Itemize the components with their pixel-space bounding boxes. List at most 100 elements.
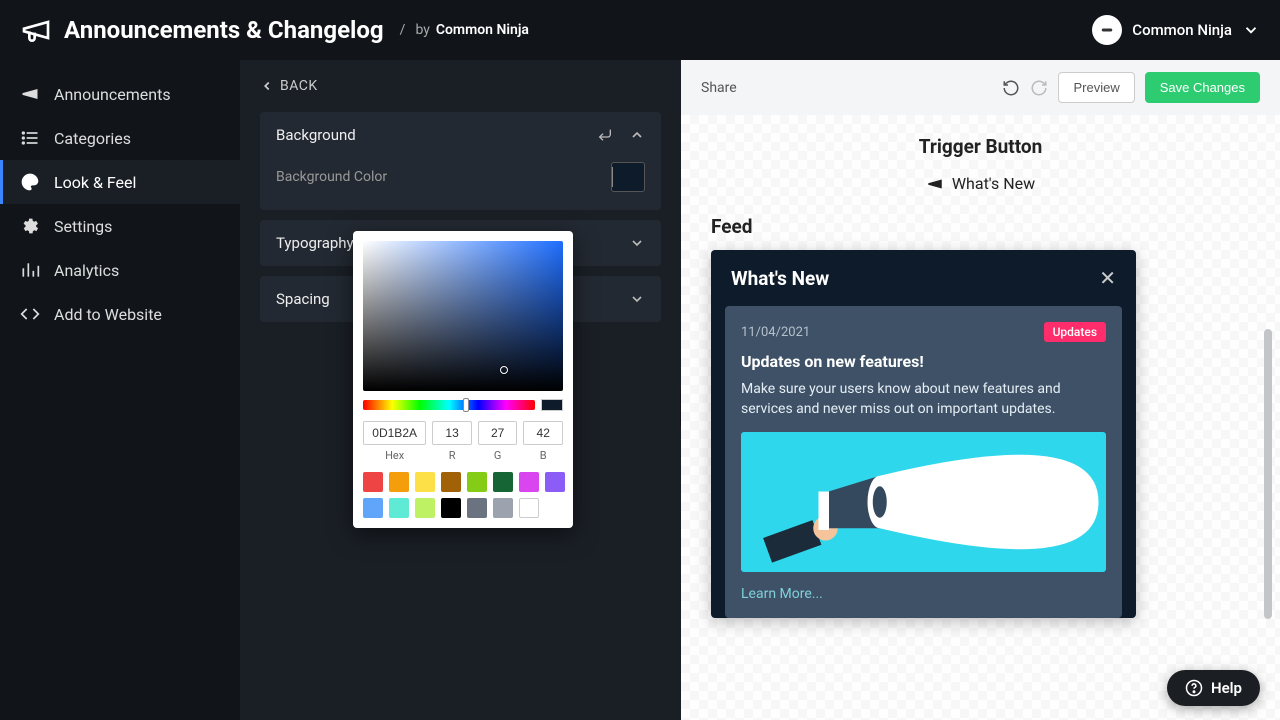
r-input[interactable] — [432, 421, 472, 445]
current-color-preview — [541, 399, 563, 411]
list-icon — [20, 128, 40, 148]
ninja-icon — [1098, 21, 1116, 39]
preset-swatch[interactable] — [363, 498, 383, 518]
megaphone-icon — [926, 175, 944, 193]
avatar — [1092, 15, 1122, 45]
widget-title: What's New — [731, 267, 829, 290]
preview-button[interactable]: Preview — [1058, 72, 1134, 103]
app-header: Announcements & Changelog / by Common Ni… — [0, 0, 1280, 60]
preset-swatch[interactable] — [363, 472, 383, 492]
chevron-up-icon[interactable] — [629, 127, 645, 143]
preset-swatch[interactable] — [389, 472, 409, 492]
help-button[interactable]: Help — [1167, 670, 1260, 706]
sidebar-item-add-to-website[interactable]: Add to Website — [0, 292, 240, 336]
undo-icon[interactable] — [1002, 79, 1020, 97]
preset-swatch[interactable] — [545, 472, 565, 492]
card-tag: Updates — [1044, 322, 1106, 342]
sidebar-item-label: Categories — [54, 129, 131, 148]
trigger-section-title: Trigger Button — [711, 135, 1250, 158]
section-background: Background Background Color — [260, 112, 661, 210]
reset-icon[interactable] — [597, 127, 613, 143]
sv-cursor[interactable] — [500, 366, 508, 374]
sidebar-item-analytics[interactable]: Analytics — [0, 248, 240, 292]
scrollbar-thumb[interactable] — [1264, 329, 1272, 619]
preset-swatch[interactable] — [415, 472, 435, 492]
r-label: R — [432, 449, 472, 462]
sidebar-item-label: Settings — [54, 217, 112, 236]
b-input[interactable] — [523, 421, 563, 445]
preset-swatch[interactable] — [441, 498, 461, 518]
preset-swatch[interactable] — [519, 472, 539, 492]
feed-section-title: Feed — [711, 215, 1250, 238]
sidebar-item-announcements[interactable]: Announcements — [0, 72, 240, 116]
preset-swatch[interactable] — [519, 498, 539, 518]
feed-widget: What's New ✕ 11/04/2021 Updates Updates … — [711, 250, 1136, 618]
hex-input[interactable] — [363, 421, 426, 445]
share-link[interactable]: Share — [701, 80, 737, 96]
editor-panel: BACK Background Background Color Typogra… — [240, 60, 681, 720]
sidebar-item-label: Analytics — [54, 261, 119, 280]
card-image — [741, 432, 1106, 572]
color-swatch[interactable] — [611, 162, 645, 192]
code-icon — [20, 304, 40, 324]
preset-swatches — [363, 472, 563, 518]
sidebar-item-look-and-feel[interactable]: Look & Feel — [0, 160, 240, 204]
megaphone-icon — [20, 14, 52, 46]
sidebar-item-label: Look & Feel — [54, 173, 136, 192]
section-title: Background — [276, 126, 356, 144]
g-label: G — [478, 449, 518, 462]
chevron-left-icon — [260, 79, 274, 93]
learn-more-link[interactable]: Learn More... — [741, 586, 823, 602]
user-name: Common Ninja — [1132, 21, 1232, 39]
feed-card: 11/04/2021 Updates Updates on new featur… — [725, 306, 1122, 618]
hex-label: Hex — [363, 449, 426, 462]
help-icon — [1185, 679, 1203, 697]
saturation-value-area[interactable] — [363, 241, 563, 391]
chevron-down-icon — [629, 291, 645, 307]
gear-icon — [20, 216, 40, 236]
hue-slider[interactable] — [363, 400, 535, 410]
sidebar-item-settings[interactable]: Settings — [0, 204, 240, 248]
trigger-label: What's New — [952, 174, 1035, 193]
app-byline: / by Common Ninja — [396, 22, 529, 38]
megaphone-icon — [20, 84, 40, 104]
preset-swatch[interactable] — [467, 472, 487, 492]
trigger-button-preview[interactable]: What's New — [711, 174, 1250, 193]
background-color-field: Background Color — [276, 162, 645, 192]
card-date: 11/04/2021 — [741, 325, 810, 340]
card-body: Make sure your users know about new feat… — [741, 379, 1106, 420]
field-label: Background Color — [276, 169, 387, 185]
section-background-header[interactable]: Background — [260, 112, 661, 158]
hue-thumb[interactable] — [463, 398, 469, 412]
preset-swatch[interactable] — [493, 498, 513, 518]
preview-canvas: Trigger Button What's New Feed What's Ne… — [681, 115, 1280, 720]
app-title: Announcements & Changelog — [64, 16, 384, 44]
color-picker: Hex R G B — [353, 231, 573, 528]
chevron-down-icon — [629, 235, 645, 251]
section-title: Spacing — [276, 290, 330, 308]
card-title: Updates on new features! — [741, 352, 1106, 371]
preset-swatch[interactable] — [389, 498, 409, 518]
preview-scrollbar[interactable] — [1264, 173, 1272, 720]
palette-icon — [20, 172, 40, 192]
back-label: BACK — [280, 78, 318, 94]
sidebar-item-label: Announcements — [54, 85, 171, 104]
g-input[interactable] — [478, 421, 518, 445]
megaphone-illustration — [741, 432, 1106, 572]
save-button[interactable]: Save Changes — [1145, 72, 1260, 103]
back-button[interactable]: BACK — [260, 78, 661, 94]
sidebar: Announcements Categories Look & Feel Set… — [0, 60, 240, 720]
preset-swatch[interactable] — [493, 472, 513, 492]
header-left: Announcements & Changelog / by Common Ni… — [20, 14, 529, 46]
help-label: Help — [1211, 679, 1242, 697]
sidebar-item-label: Add to Website — [54, 305, 162, 324]
redo-icon — [1030, 79, 1048, 97]
user-menu[interactable]: Common Ninja — [1092, 15, 1260, 45]
preset-swatch[interactable] — [441, 472, 461, 492]
preview-toolbar: Share Preview Save Changes — [681, 60, 1280, 115]
b-label: B — [523, 449, 563, 462]
preset-swatch[interactable] — [415, 498, 435, 518]
sidebar-item-categories[interactable]: Categories — [0, 116, 240, 160]
preset-swatch[interactable] — [467, 498, 487, 518]
close-icon[interactable]: ✕ — [1099, 266, 1116, 290]
